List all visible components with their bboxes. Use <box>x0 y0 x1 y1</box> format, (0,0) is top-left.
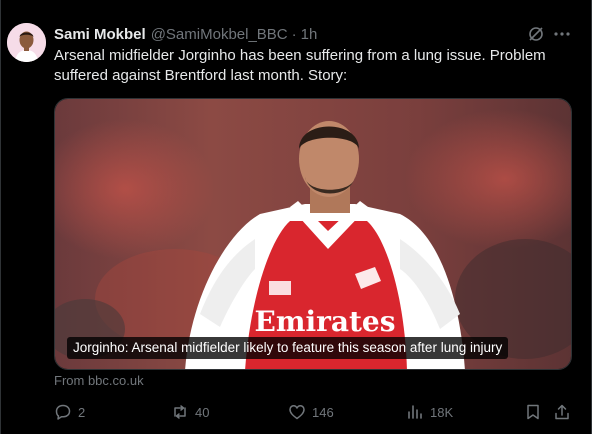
reply-icon <box>55 404 71 420</box>
author-name[interactable]: Sami Mokbel <box>54 26 146 43</box>
repost-button[interactable]: 40 <box>171 400 209 424</box>
action-bar: 2 40 146 18K <box>54 400 574 424</box>
link-source[interactable]: From bbc.co.uk <box>54 373 144 388</box>
views-count: 18K <box>430 404 454 420</box>
grok-icon[interactable] <box>528 26 544 42</box>
views-icon <box>408 405 422 419</box>
bookmark-button[interactable] <box>524 400 542 424</box>
repost-icon <box>174 405 186 419</box>
tweet-text: Arsenal midfielder Jorginho has been suf… <box>54 47 546 84</box>
share-icon <box>555 404 569 420</box>
tweet-header: Sami Mokbel @SamiMokbel_BBC · 1h <box>54 24 592 44</box>
shirt-sponsor: Emirates <box>254 305 395 338</box>
like-button[interactable]: 146 <box>288 400 334 424</box>
left-border <box>0 0 1 434</box>
more-icon[interactable] <box>553 27 571 41</box>
like-icon <box>289 405 305 420</box>
media-card[interactable]: Emirates Jorginho: Arsenal midfielder li… <box>54 98 572 370</box>
avatar[interactable] <box>7 23 46 62</box>
bookmark-icon <box>527 404 539 420</box>
reply-count: 2 <box>78 404 86 420</box>
article-photo: Emirates <box>55 99 571 369</box>
like-count: 146 <box>312 404 334 420</box>
media-caption: Jorginho: Arsenal midfielder likely to f… <box>67 337 509 359</box>
timestamp[interactable]: 1h <box>301 26 318 43</box>
share-button[interactable] <box>553 400 571 424</box>
reply-button[interactable]: 2 <box>54 400 85 424</box>
avatar-illustration <box>7 23 46 62</box>
author-handle[interactable]: @SamiMokbel_BBC <box>151 26 288 43</box>
separator-dot: · <box>291 25 297 43</box>
views-button[interactable]: 18K <box>406 400 453 424</box>
repost-count: 40 <box>195 404 210 420</box>
